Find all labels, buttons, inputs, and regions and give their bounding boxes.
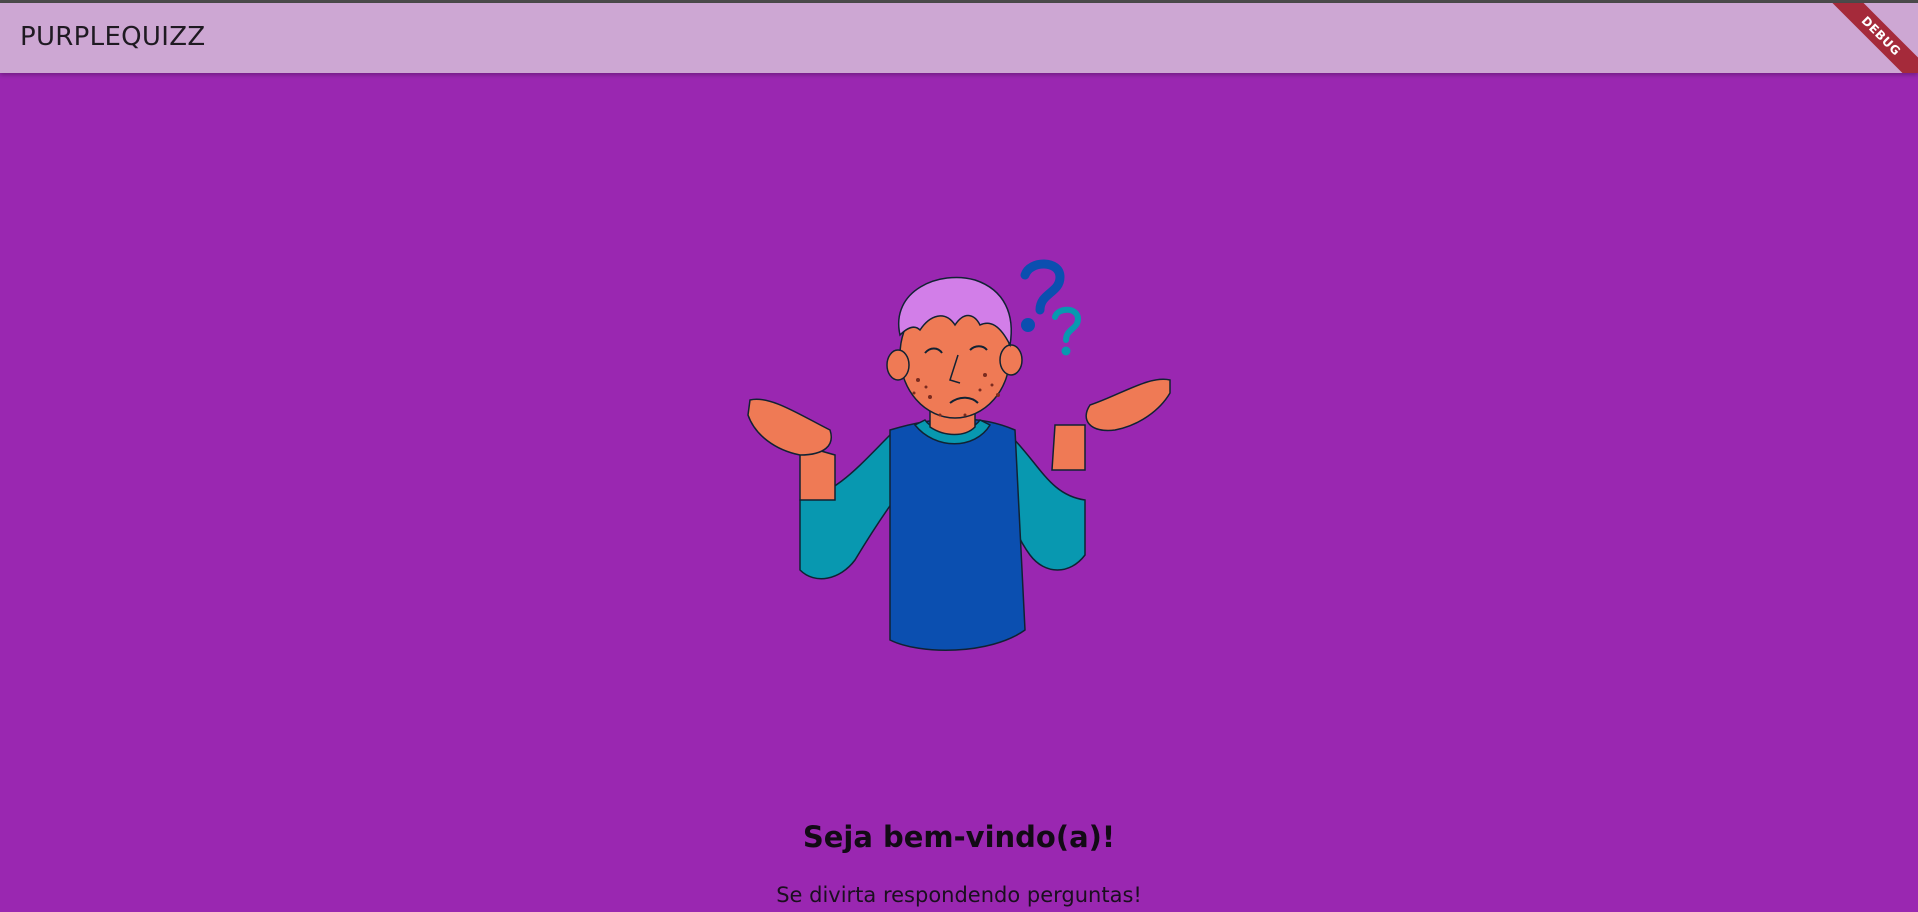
torso xyxy=(889,418,1026,651)
left-ear xyxy=(886,349,910,381)
app-bar: PURPLEQUIZZ DEBUG xyxy=(0,3,1918,73)
welcome-subtitle: Se divirta respondendo perguntas! xyxy=(776,883,1142,907)
debug-banner: DEBUG xyxy=(1820,3,1918,73)
question-mark-large-icon xyxy=(1020,259,1065,315)
left-hand xyxy=(747,398,832,456)
question-mark-large-dot xyxy=(1021,318,1035,332)
app-title: PURPLEQUIZZ xyxy=(20,22,206,52)
right-hand xyxy=(1085,378,1171,432)
question-mark-small-icon xyxy=(1052,306,1082,343)
right-forearm xyxy=(1051,424,1086,471)
welcome-title: Seja bem-vindo(a)! xyxy=(802,820,1116,854)
right-ear xyxy=(999,344,1023,376)
question-mark-small-dot xyxy=(1061,346,1071,356)
confused-person-illustration xyxy=(747,259,1171,651)
